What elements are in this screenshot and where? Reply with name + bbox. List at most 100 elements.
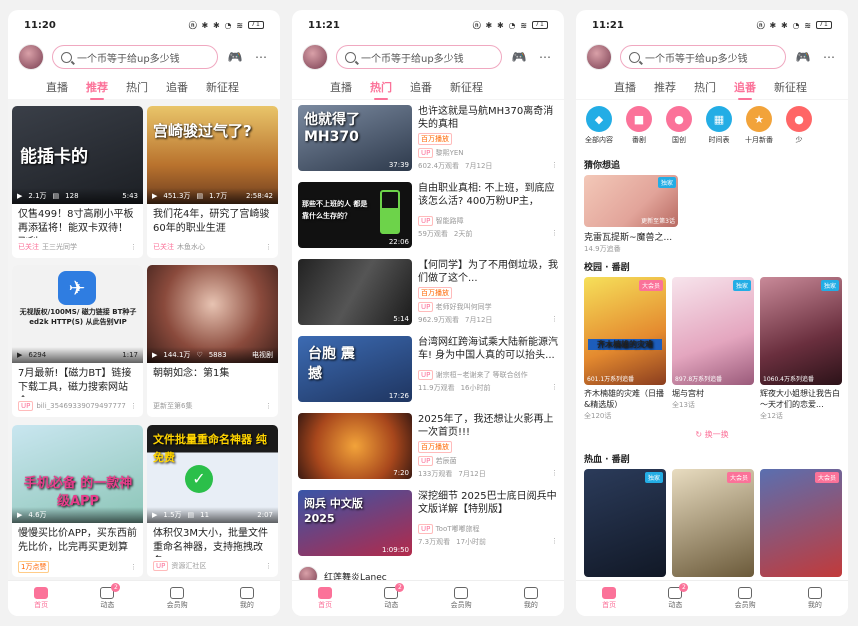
video-thumbnail[interactable]: 能插卡的 ▶ 2.1万 ▤ 128 5:43 — [12, 106, 143, 204]
list-item[interactable]: 阅兵 中文版 2025 1:09:50 深挖细节 2025巴士底日阅兵中文版详解【… — [298, 485, 558, 562]
video-thumbnail[interactable]: ▶ 144.1万 ♡ 5883 电视剧 — [147, 265, 278, 364]
tab-recommend[interactable]: 推荐 — [86, 75, 108, 100]
video-card[interactable]: 手机必备 的一款神级APP ▶ 4.6万 慢慢买比价APP，买东西前先比价，比完再… — [12, 424, 143, 577]
nav-shop[interactable]: 会员购 — [735, 587, 756, 610]
uploader-name[interactable]: 若辰菌 — [436, 457, 457, 465]
uploader-name[interactable]: 木鱼水心 — [177, 242, 205, 252]
game-icon[interactable]: 🎮 — [226, 48, 244, 66]
nav-dynamic[interactable]: 2 动态 — [100, 583, 121, 610]
refresh-button[interactable]: ↻ 换一换 — [576, 421, 848, 446]
category-october[interactable]: ★ 十月新番 — [744, 106, 774, 148]
video-title[interactable]: 【何同学】为了不用倒垃圾，我们做了这个... — [418, 259, 558, 285]
avatar[interactable] — [302, 44, 328, 70]
anime-card[interactable]: 大会员 — [760, 469, 842, 577]
video-thumbnail[interactable]: 他就得了 MH370 37:39 — [298, 105, 412, 171]
tab-live[interactable]: 直播 — [46, 75, 68, 99]
anime-card[interactable]: 大会员 齐木楠雄的灾难 601.1万系列追番 齐木楠雄的灾难（日播&精选版） 全120话 — [584, 277, 666, 421]
more-icon[interactable]: ⋮ — [265, 562, 272, 570]
search-input[interactable]: 一个币等于给up多少钱 — [52, 45, 218, 69]
anime-title[interactable]: 辉夜大小姐想让我告白～天才们的恋爱... — [760, 388, 842, 410]
anime-card[interactable]: 独家 1060.4万系列追番 辉夜大小姐想让我告白～天才们的恋爱... 全12话 — [760, 277, 842, 421]
more-icon[interactable]: ⋮ — [551, 229, 558, 239]
anime-thumbnail[interactable]: 大会员 齐木楠雄的灾难 601.1万系列追番 — [584, 277, 666, 385]
anime-card[interactable]: 大会员 — [672, 469, 754, 577]
tab-hot[interactable]: 热门 — [126, 75, 148, 99]
video-thumbnail[interactable]: 宫崎骏过气了? ▶ 451.3万 ▤ 1.7万 2:58:42 — [147, 106, 278, 204]
tab-live[interactable]: 直播 — [330, 75, 352, 99]
more-icon[interactable]: ⋯ — [252, 48, 270, 66]
video-title[interactable]: 深挖细节 2025巴士底日阅兵中文版详解【特别版】 — [418, 490, 558, 516]
category-all[interactable]: ◆ 全部内容 — [584, 106, 614, 148]
anime-thumbnail[interactable]: 大会员 — [760, 469, 842, 577]
anime-title[interactable]: 堀与宫村 — [672, 388, 754, 399]
nav-profile[interactable]: 我的 — [239, 587, 254, 610]
avatar[interactable] — [18, 44, 44, 70]
more-icon[interactable]: ⋮ — [551, 383, 558, 393]
video-thumbnail[interactable]: 5:14 — [298, 259, 412, 325]
nav-shop[interactable]: 会员购 — [167, 587, 188, 610]
game-icon[interactable]: 🎮 — [794, 48, 812, 66]
tab-hot[interactable]: 热门 — [370, 75, 392, 100]
anime-thumbnail[interactable]: 独家 — [584, 469, 666, 577]
nav-shop[interactable]: 会员购 — [451, 587, 472, 610]
video-title[interactable]: 体积仅3M大小，批量文件重命名神器，支持拖拽改名，... — [147, 523, 278, 557]
more-icon[interactable]: ⋮ — [551, 315, 558, 325]
anime-title[interactable]: 齐木楠雄的灾难（日播&精选版） — [584, 388, 666, 410]
anime-thumbnail[interactable]: 大会员 — [672, 469, 754, 577]
uploader-name[interactable]: bili_35469339079497777 — [36, 402, 126, 410]
search-input[interactable]: 一个币等于给up多少钱 — [620, 45, 786, 69]
search-input[interactable]: 一个币等于给up多少钱 — [336, 45, 502, 69]
nav-home[interactable]: 首页 — [318, 587, 333, 610]
more-icon[interactable]: ⋮ — [551, 537, 558, 547]
category-guochuang[interactable]: ● 国创 — [664, 106, 694, 148]
uploader-name[interactable]: 智能路障 — [436, 217, 464, 225]
more-icon[interactable]: ⋮ — [265, 402, 272, 410]
more-icon[interactable]: ⋮ — [551, 161, 558, 171]
category-schedule[interactable]: ▦ 时间表 — [704, 106, 734, 148]
list-item[interactable]: 那些不上班的人 都是靠什么生存的？ 22:06 自由职业真相: 不上班，到底应该怎… — [298, 177, 558, 254]
video-title[interactable]: 7月最新!【磁力BT】链接下载工具，磁力搜索网站全... — [12, 363, 143, 397]
category-more[interactable]: ● 少 — [784, 106, 814, 148]
video-thumbnail[interactable]: 手机必备 的一款神级APP ▶ 4.6万 — [12, 424, 143, 523]
game-icon[interactable]: 🎮 — [510, 48, 528, 66]
list-item[interactable]: 他就得了 MH370 37:39 也许这就是马航MH370离奇消失的真相 百万播放 U… — [298, 100, 558, 177]
more-icon[interactable]: ⋮ — [130, 402, 137, 410]
tab-anime[interactable]: 追番 — [410, 75, 432, 99]
video-title[interactable]: 朝朝如念：第1集 — [147, 363, 278, 397]
anime-thumbnail[interactable]: 独家 897.8万系列追番 — [672, 277, 754, 385]
uploader-name[interactable]: 资源汇社区 — [171, 561, 206, 571]
video-thumbnail[interactable]: 那些不上班的人 都是靠什么生存的？ 22:06 — [298, 182, 412, 248]
uploader-name[interactable]: TooT嘟嘟旅程 — [436, 525, 480, 533]
tab-live[interactable]: 直播 — [614, 75, 636, 99]
video-thumbnail[interactable]: 文件批量重命名神器 纯免费 ✓ ▶ 1.5万 ▤ 11 2:07 — [147, 424, 278, 523]
tab-anime[interactable]: 追番 — [734, 75, 756, 100]
category-bangumi[interactable]: ■ 番剧 — [624, 106, 654, 148]
video-card[interactable]: ✈ 无视版权/100MS/ 磁力链接 BT种子 ed2k HTTP(S) 从此告… — [12, 265, 143, 418]
anime-thumbnail[interactable]: 独家 更新至第3话 — [584, 175, 678, 227]
video-thumbnail[interactable]: 7:20 — [298, 413, 412, 479]
video-title[interactable]: 仅售499！8寸高刷小平板再添猛将！能双卡双待！飞利... — [12, 204, 143, 238]
nav-dynamic[interactable]: 2 动态 — [668, 583, 689, 610]
list-item[interactable]: 5:14 【何同学】为了不用倒垃圾，我们做了这个... 百万播放 UP 老师好我叫何… — [298, 254, 558, 331]
uploader-name[interactable]: 黎熙YEN — [436, 149, 464, 157]
anime-thumbnail[interactable]: 独家 1060.4万系列追番 — [760, 277, 842, 385]
video-card[interactable]: 宫崎骏过气了? ▶ 451.3万 ▤ 1.7万 2:58:42 我们花4年，研究了宫崎骏… — [147, 106, 278, 258]
avatar[interactable] — [586, 44, 612, 70]
more-icon[interactable]: ⋮ — [265, 243, 272, 251]
anime-card[interactable]: 独家 — [584, 469, 666, 577]
more-icon[interactable]: ⋮ — [551, 469, 558, 479]
anime-card[interactable]: 独家 897.8万系列追番 堀与宫村 全13话 — [672, 277, 754, 421]
nav-home[interactable]: 首页 — [602, 587, 617, 610]
video-title[interactable]: 慢慢买比价APP，买东西前先比价，比完再买更划算 — [12, 523, 143, 557]
more-icon[interactable]: ⋯ — [820, 48, 838, 66]
tab-new-journey[interactable]: 新征程 — [206, 75, 239, 99]
more-icon[interactable]: ⋮ — [130, 243, 137, 251]
video-card[interactable]: ▶ 144.1万 ♡ 5883 电视剧 朝朝如念：第1集 更新至第6集 ⋮ — [147, 265, 278, 418]
video-title[interactable]: 自由职业真相: 不上班，到底应该怎么活? 400万粉UP主，在... — [418, 182, 558, 208]
video-card[interactable]: 文件批量重命名神器 纯免费 ✓ ▶ 1.5万 ▤ 11 2:07 体积仅3M大小，批量文… — [147, 424, 278, 577]
guess-card[interactable]: 独家 更新至第3话 克雷瓦提斯~魔兽之... 14.9万追番 — [576, 175, 848, 254]
tab-new-journey[interactable]: 新征程 — [450, 75, 483, 99]
video-title[interactable]: 台湾网红跨海试乘大陆新能源汽车! 身为中国人真的可以抬头... — [418, 336, 558, 362]
tab-anime[interactable]: 追番 — [166, 75, 188, 99]
anime-title[interactable]: 克雷瓦提斯~魔兽之... — [584, 230, 840, 243]
